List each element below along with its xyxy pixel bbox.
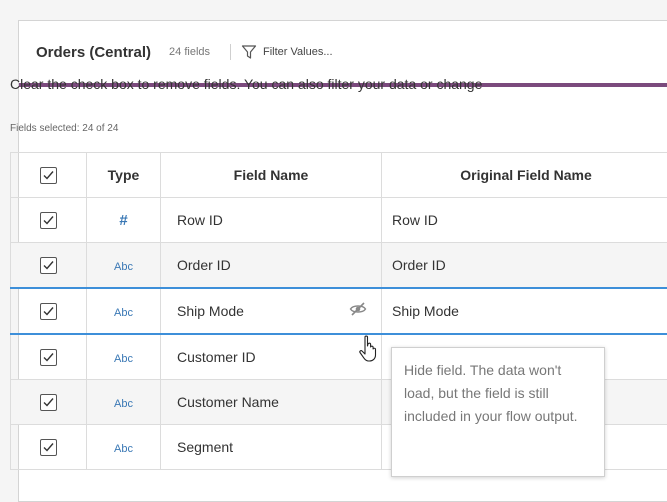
string-type-icon[interactable]: Abc [114, 398, 133, 410]
field-checkbox[interactable] [40, 257, 57, 274]
field-name-cell[interactable]: Customer Name [161, 380, 382, 425]
string-type-icon[interactable]: Abc [114, 307, 133, 319]
filter-values-button[interactable]: Filter Values... [241, 44, 333, 60]
type-cell[interactable]: # [87, 198, 161, 243]
original-field-name-cell: Row ID [382, 198, 667, 243]
select-all-checkbox-cell[interactable] [11, 153, 87, 198]
string-type-icon[interactable]: Abc [114, 353, 133, 365]
step-title: Orders (Central) [36, 44, 151, 61]
row-checkbox-cell[interactable] [11, 243, 87, 289]
checkmark-icon [42, 351, 55, 364]
filter-values-label: Filter Values... [263, 46, 333, 58]
checkmark-icon [42, 259, 55, 272]
field-name-cell[interactable]: Row ID [161, 198, 382, 243]
type-cell[interactable]: Abc [87, 288, 161, 334]
hide-field-icon[interactable] [349, 301, 367, 320]
string-type-icon[interactable]: Abc [114, 443, 133, 455]
table-row[interactable]: Abc Order ID Order ID [11, 243, 667, 289]
column-header-original-field-name[interactable]: Original Field Name [382, 153, 667, 198]
checkmark-icon [42, 169, 55, 182]
field-name-cell[interactable]: Order ID [161, 243, 382, 289]
field-checkbox[interactable] [40, 439, 57, 456]
row-checkbox-cell[interactable] [11, 334, 87, 380]
type-cell[interactable]: Abc [87, 380, 161, 425]
type-cell[interactable]: Abc [87, 334, 161, 380]
checkmark-icon [42, 396, 55, 409]
type-cell[interactable]: Abc [87, 243, 161, 289]
field-checkbox[interactable] [40, 212, 57, 229]
field-count: 24 fields [169, 46, 210, 58]
field-name-cell[interactable]: Ship Mode [161, 288, 382, 334]
checkmark-icon [42, 214, 55, 227]
column-header-type[interactable]: Type [87, 153, 161, 198]
row-checkbox-cell[interactable] [11, 425, 87, 470]
checkmark-icon [42, 441, 55, 454]
panel-header: Orders (Central) 24 fields Filter Values… [19, 21, 667, 83]
field-checkbox[interactable] [40, 303, 57, 320]
field-checkbox[interactable] [40, 394, 57, 411]
string-type-icon[interactable]: Abc [114, 261, 133, 273]
field-name-cell[interactable]: Customer ID [161, 334, 382, 380]
hide-field-tooltip: Hide field. The data won't load, but the… [391, 347, 605, 477]
type-cell[interactable]: Abc [87, 425, 161, 470]
header-divider [230, 44, 231, 60]
row-checkbox-cell[interactable] [11, 288, 87, 334]
fields-selected-count: Fields selected: 24 of 24 [10, 123, 118, 134]
field-name-cell[interactable]: Segment [161, 425, 382, 470]
column-header-field-name[interactable]: Field Name [161, 153, 382, 198]
field-name-label: Ship Mode [177, 303, 244, 319]
table-row[interactable]: # Row ID Row ID [11, 198, 667, 243]
instructions-text: Clear the check box to remove fields. Yo… [10, 76, 482, 92]
hand-pointer-cursor-icon [358, 335, 380, 363]
table-header-row: Type Field Name Original Field Name [11, 153, 667, 198]
checkmark-icon [42, 305, 55, 318]
table-row-hovered[interactable]: Abc Ship Mode Ship Mode [11, 288, 667, 334]
field-checkbox[interactable] [40, 349, 57, 366]
original-field-name-cell: Ship Mode [382, 288, 667, 334]
row-checkbox-cell[interactable] [11, 380, 87, 425]
row-checkbox-cell[interactable] [11, 198, 87, 243]
select-all-checkbox[interactable] [40, 167, 57, 184]
filter-icon [241, 44, 257, 60]
number-type-icon[interactable]: # [119, 212, 127, 229]
original-field-name-cell: Order ID [382, 243, 667, 289]
